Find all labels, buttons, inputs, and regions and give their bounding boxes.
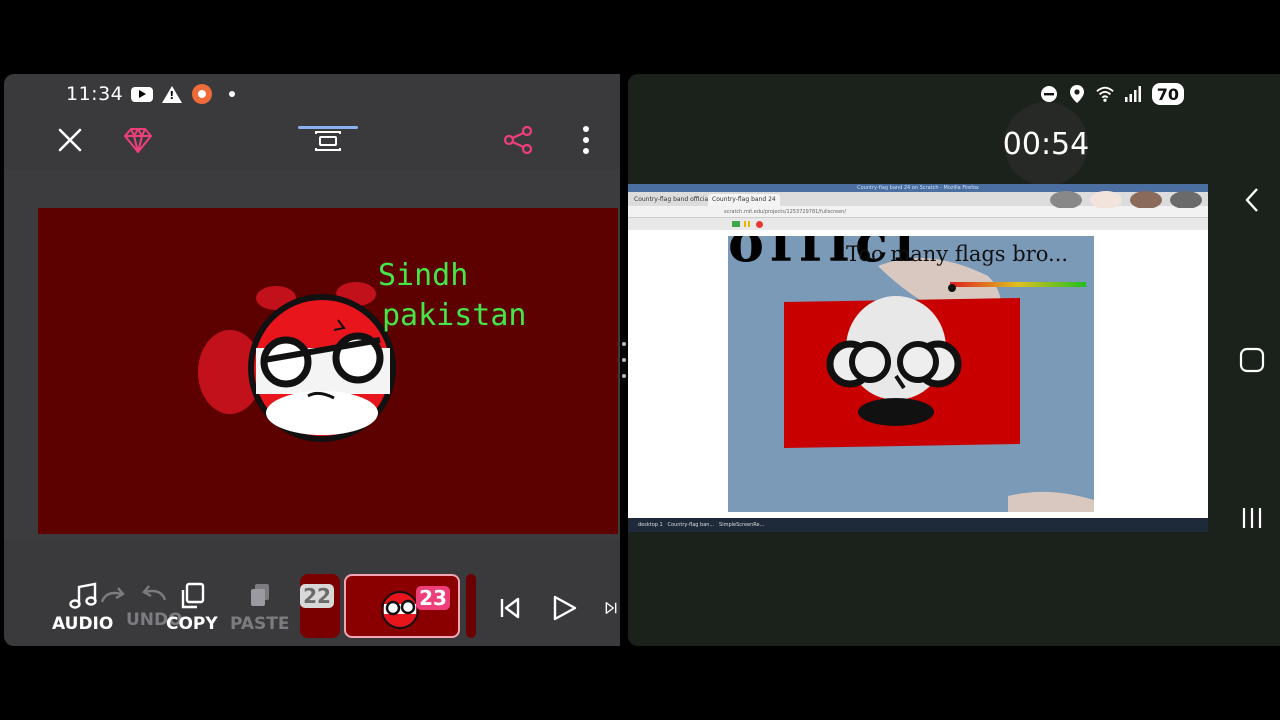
editor-top-bar <box>4 114 620 164</box>
status-clock: 11:34 <box>66 83 124 105</box>
timeline-frame-next[interactable] <box>466 574 476 638</box>
skip-end-icon <box>605 602 617 614</box>
redo-button[interactable] <box>98 584 128 608</box>
play-button[interactable] <box>546 590 582 626</box>
timeline-frame-23-selected[interactable]: 23 <box>344 574 460 638</box>
animation-editor-pane: 11:34 ! Sindh pakistan AUDIO UNDO COPY P… <box>4 74 620 646</box>
desktop-taskbar: desktop 1 Country-flag ban... SimpleScre… <box>628 518 1208 532</box>
editor-bottom-bar: AUDIO UNDO COPY PASTE 22 23 <box>4 570 620 646</box>
scratch-stage[interactable]: offici Too many flags bro... <box>728 236 1094 512</box>
scratch-controls-bar <box>628 218 1208 230</box>
fit-screen-button[interactable] <box>296 122 360 158</box>
music-note-icon <box>68 582 97 609</box>
notification-dot-icon <box>221 86 243 102</box>
pause-icon[interactable] <box>744 221 750 227</box>
paste-label: PASTE <box>230 614 290 634</box>
browser-tab-1[interactable]: Country-flag band officia <box>630 194 712 206</box>
screen-recorder-icon <box>191 84 213 104</box>
copy-icon <box>181 582 205 609</box>
caption-line-1: Sindh <box>378 258 469 293</box>
frame-number-23: 23 <box>416 586 450 610</box>
character-drawing-small <box>826 296 962 426</box>
close-icon <box>58 128 82 152</box>
navigation-bar <box>1224 74 1280 646</box>
taskbar-task-1[interactable]: Country-flag ban... <box>668 522 715 528</box>
caption-line-2: pakistan <box>382 298 527 333</box>
drawing-canvas[interactable]: Sindh pakistan <box>38 208 618 534</box>
browser-tab-2[interactable]: Country-flag band 24 <box>708 194 780 206</box>
skip-start-icon <box>500 597 520 619</box>
gem-icon <box>124 128 152 153</box>
jump-to-start-button[interactable] <box>492 590 528 626</box>
nav-back-button[interactable] <box>1238 186 1266 214</box>
split-screen: 11:34 ! Sindh pakistan AUDIO UNDO COPY P… <box>0 0 1280 720</box>
recording-timer[interactable]: 00:54 <box>1002 102 1090 186</box>
more-vert-icon <box>583 126 589 154</box>
paste-icon <box>250 584 269 606</box>
split-divider-handle[interactable] <box>620 342 628 378</box>
back-chevron-icon <box>1245 188 1258 212</box>
paste-button[interactable]: PASTE <box>230 582 290 634</box>
close-button[interactable] <box>52 122 88 158</box>
nav-home-button[interactable] <box>1238 346 1266 374</box>
status-bar-left: 11:34 <box>66 80 243 108</box>
share-icon <box>503 125 533 155</box>
scratch-caption: Too many flags bro... <box>846 242 1069 266</box>
redo-icon <box>100 587 125 603</box>
warning-icon <box>161 85 183 103</box>
character-drawing <box>198 282 396 442</box>
cat-mascots-decoration <box>1050 191 1202 208</box>
play-icon <box>553 595 577 621</box>
recents-icon <box>1242 508 1262 528</box>
recording-pane: 70 00:54 Country-flag band 24 on Scratch… <box>628 74 1280 646</box>
canvas-caption: Sindh pakistan <box>378 256 527 336</box>
copy-button[interactable]: COPY <box>166 582 218 634</box>
recorded-browser-window: Country-flag band 24 on Scratch - Mozill… <box>628 184 1208 532</box>
signal-icon <box>1124 85 1142 103</box>
timer-text: 00:54 <box>1002 126 1090 162</box>
audio-label: AUDIO <box>52 614 114 634</box>
wifi-icon <box>1096 85 1114 103</box>
green-flag-icon[interactable] <box>732 221 740 227</box>
more-options-button[interactable] <box>568 122 604 158</box>
nav-recents-button[interactable] <box>1238 504 1266 532</box>
jump-to-end-button[interactable] <box>604 590 618 626</box>
copy-label: COPY <box>166 614 218 634</box>
stop-icon[interactable] <box>756 221 763 228</box>
status-bar-right: 70 <box>1040 80 1184 108</box>
taskbar-task-2[interactable]: SimpleScreenRe... <box>719 522 764 528</box>
youtube-icon <box>131 86 154 102</box>
premium-button[interactable] <box>120 122 156 158</box>
browser-tab-strip: Country-flag band officia Country-flag b… <box>628 191 1208 208</box>
location-icon <box>1068 85 1086 103</box>
share-button[interactable] <box>500 122 536 158</box>
frame-number-22: 22 <box>300 584 334 608</box>
do-not-disturb-icon <box>1040 85 1058 103</box>
timeline-frame-22[interactable]: 22 <box>300 574 340 638</box>
home-icon <box>1239 347 1265 373</box>
battery-indicator: 70 <box>1151 83 1184 105</box>
fit-screen-icon <box>298 126 358 151</box>
undo-icon <box>142 585 167 601</box>
taskbar-desktop[interactable]: desktop 1 <box>638 522 663 528</box>
